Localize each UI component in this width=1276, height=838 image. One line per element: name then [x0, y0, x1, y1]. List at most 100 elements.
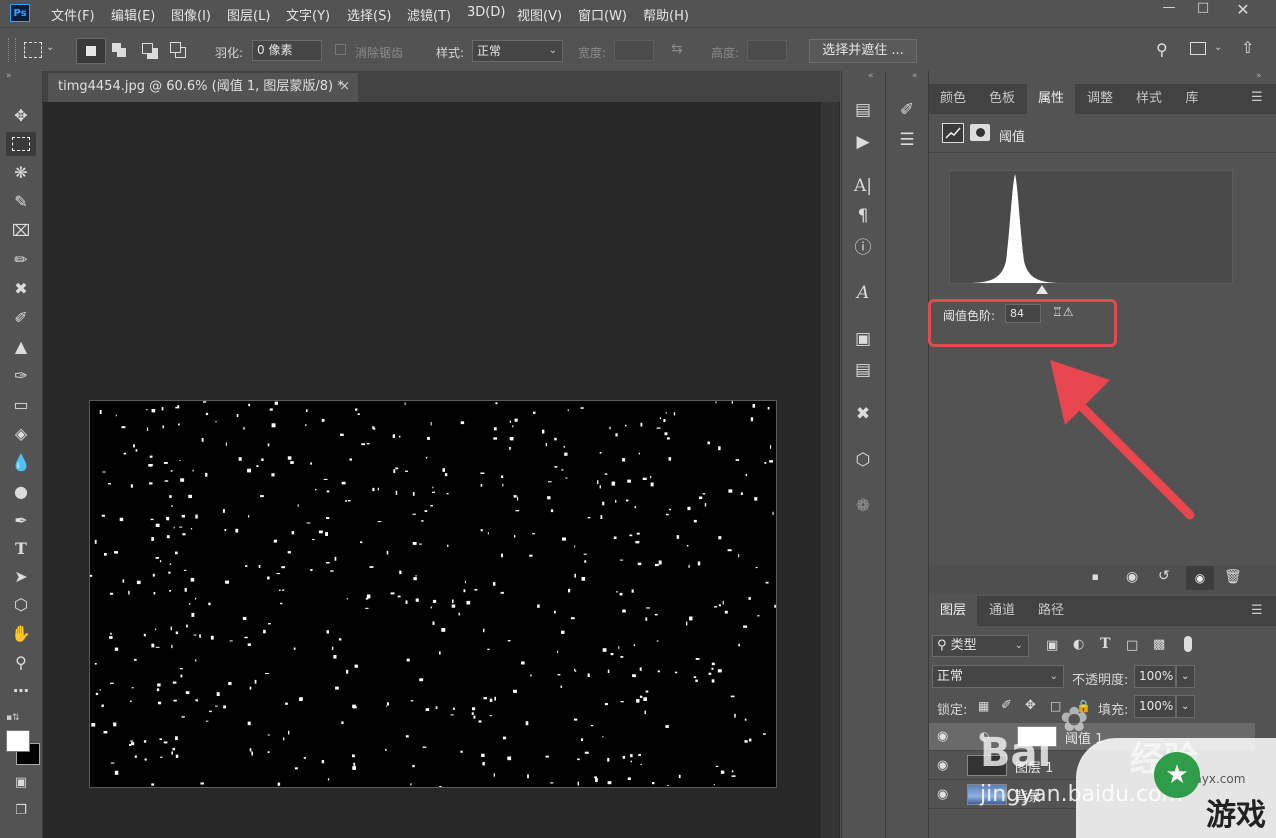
tab-properties[interactable]: 属性 — [1027, 84, 1075, 114]
menu-edit[interactable]: 编辑(E) — [111, 5, 155, 24]
filter-shape-icon[interactable]: □ — [1126, 638, 1138, 653]
paint-bucket-icon[interactable]: ◈ — [6, 422, 36, 446]
clip-to-layer-icon[interactable]: ⏹ — [1092, 570, 1099, 585]
menu-type[interactable]: 文字(Y) — [286, 5, 330, 24]
menu-help[interactable]: 帮助(H) — [643, 5, 689, 24]
close-icon[interactable]: × — [339, 73, 350, 100]
mask-icon[interactable] — [970, 124, 990, 141]
adjustment-sliders-icon[interactable]: ☰ — [892, 127, 922, 153]
swap-icon[interactable]: ⇆ — [671, 41, 683, 57]
tab-layers[interactable]: 图层 — [929, 596, 977, 626]
collapse-icon[interactable]: « — [868, 71, 874, 81]
brush-settings-icon[interactable]: ✐ — [892, 97, 922, 123]
chevron-down-icon[interactable]: ⌄ — [1214, 42, 1222, 53]
brush-tool-icon[interactable]: ✐ — [6, 306, 36, 330]
lock-transparent-icon[interactable]: ▦ — [978, 699, 989, 713]
filter-smart-object-icon[interactable]: ▩ — [1153, 637, 1165, 652]
chevron-down-icon[interactable]: ⌄ — [46, 42, 54, 53]
zoom-tool-icon[interactable]: ⚲ — [6, 651, 36, 675]
document-tab[interactable]: timg4454.jpg @ 60.6% (阈值 1, 图层蒙版/8) * × — [48, 73, 358, 102]
close-icon[interactable]: ✕ — [1226, 0, 1260, 19]
eyedropper-tool-icon[interactable]: ✏ — [6, 248, 36, 272]
filter-pixel-icon[interactable]: ▣ — [1046, 638, 1058, 653]
pen-tool-icon[interactable]: ✒ — [6, 509, 36, 533]
screen-mode-icon[interactable]: ❐ — [6, 799, 36, 823]
move-tool-icon[interactable]: ✥ — [6, 104, 36, 128]
dodge-tool-icon[interactable]: ● — [6, 480, 36, 504]
width-input[interactable] — [614, 40, 654, 61]
character-panel-icon[interactable]: A| — [848, 173, 878, 199]
fill-input[interactable]: 100% — [1134, 695, 1176, 718]
tab-paths[interactable]: 路径 — [1027, 596, 1075, 626]
menu-window[interactable]: 窗口(W) — [578, 5, 627, 24]
panel-menu-icon[interactable]: ☰ — [1251, 90, 1263, 105]
lock-position-icon[interactable]: ✥ — [1025, 698, 1036, 713]
tab-styles[interactable]: 样式 — [1125, 84, 1173, 114]
delete-icon[interactable]: 🗑 — [1224, 569, 1242, 585]
filter-toggle-icon[interactable] — [1184, 636, 1192, 652]
visibility-icon[interactable]: ◉ — [1186, 566, 1214, 590]
minimize-icon[interactable]: — — [1152, 0, 1186, 18]
history-brush-icon[interactable]: ✑ — [6, 364, 36, 388]
default-colors-icon[interactable]: ▪⇅ — [6, 713, 20, 723]
menu-image[interactable]: 图像(I) — [171, 5, 211, 24]
quick-mask-icon[interactable]: ▣ — [6, 771, 36, 795]
tab-color[interactable]: 颜色 — [929, 84, 977, 114]
paragraph-panel-icon[interactable]: ¶ — [848, 203, 878, 229]
search-icon[interactable]: ⚲ — [1156, 40, 1168, 59]
threshold-level-input[interactable]: 84 — [1005, 304, 1041, 323]
opacity-input[interactable]: 100% — [1134, 665, 1176, 688]
threshold-slider-handle[interactable] — [1036, 285, 1048, 294]
antialias-checkbox[interactable] — [335, 44, 346, 55]
comments-panel-icon[interactable]: ▤ — [848, 357, 878, 383]
history-panel-icon[interactable]: ▤ — [848, 97, 878, 123]
tab-channels[interactable]: 通道 — [978, 596, 1026, 626]
type-tool-icon[interactable]: T — [6, 537, 36, 561]
select-and-mask-button[interactable]: 选择并遮住 ... — [809, 39, 917, 63]
lock-image-icon[interactable]: ✐ — [1001, 698, 1012, 713]
vertical-scrollbar[interactable] — [821, 102, 839, 838]
image-canvas[interactable] — [89, 400, 777, 788]
collapse-icon[interactable]: « — [912, 71, 918, 81]
3d-panel-icon[interactable]: ⬡ — [848, 447, 878, 473]
foreground-color-swatch[interactable] — [6, 730, 30, 752]
intersect-selection-icon[interactable] — [170, 42, 181, 53]
layer-filter-select[interactable]: ⚲ 类型 ⌄ — [932, 635, 1029, 657]
opacity-dropdown[interactable]: ⌄ — [1176, 665, 1195, 688]
measurement-icon[interactable]: ❁ — [848, 493, 878, 519]
new-selection-button[interactable] — [76, 38, 106, 64]
blend-mode-select[interactable]: 正常 ⌄ — [932, 665, 1064, 688]
visibility-eye-icon[interactable]: ◉ — [937, 729, 948, 744]
filter-type-icon[interactable]: T — [1100, 636, 1110, 652]
restore-icon[interactable]: □ — [1186, 0, 1220, 18]
glyphs-panel-icon[interactable]: A — [848, 280, 878, 306]
workspace-icon[interactable] — [1190, 42, 1206, 55]
shape-tool-icon[interactable]: ⬡ — [6, 593, 36, 617]
share-icon[interactable]: ⇧ — [1241, 38, 1254, 57]
reset-icon[interactable]: ↺ — [1158, 568, 1170, 584]
tool-presets-icon[interactable]: ✖ — [848, 401, 878, 427]
tab-libraries[interactable]: 库 — [1174, 84, 1210, 114]
more-tools-icon[interactable]: ⋯ — [6, 679, 36, 703]
menu-view[interactable]: 视图(V) — [517, 5, 562, 24]
lasso-tool-icon[interactable]: ❋ — [6, 161, 36, 185]
height-input[interactable] — [747, 40, 787, 61]
menu-filter[interactable]: 滤镜(T) — [407, 5, 451, 24]
subtract-selection-icon[interactable] — [142, 43, 153, 54]
adjustment-icon[interactable] — [942, 123, 964, 143]
visibility-eye-icon[interactable]: ◉ — [937, 758, 948, 773]
feather-input[interactable]: 0 像素 — [252, 40, 322, 61]
stamp-tool-icon[interactable]: ▲ — [6, 335, 36, 359]
eraser-tool-icon[interactable]: ▭ — [6, 393, 36, 417]
visibility-eye-icon[interactable]: ◉ — [937, 787, 948, 802]
fill-dropdown[interactable]: ⌄ — [1176, 695, 1195, 718]
menu-file[interactable]: 文件(F) — [51, 5, 95, 24]
menu-3d[interactable]: 3D(D) — [467, 5, 505, 20]
tab-swatches[interactable]: 色板 — [978, 84, 1026, 114]
rect-marquee-icon[interactable] — [24, 42, 42, 58]
warning-icon[interactable]: ♖⚠ — [1052, 305, 1074, 319]
path-select-icon[interactable]: ➤ — [6, 565, 36, 589]
actions-play-icon[interactable]: ▶ — [848, 129, 878, 155]
collapse-icon[interactable]: » — [1256, 71, 1262, 81]
info-icon[interactable]: ⓘ — [848, 235, 878, 261]
